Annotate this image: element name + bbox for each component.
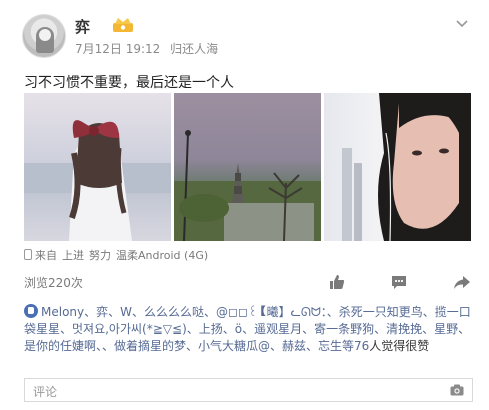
comment-input[interactable]: 评论 — [24, 378, 473, 402]
feed-post: 弈 7月12日 19:12 归还人海 习不习惯不重要，最后还是一个人 来自 上进… — [0, 0, 489, 410]
view-count: 浏览220次 — [24, 276, 83, 290]
photo-grid — [24, 93, 473, 241]
post-meta: 7月12日 19:12 归还人海 — [75, 40, 224, 57]
source-tag: 努力 — [89, 249, 111, 262]
post-header: 弈 7月12日 19:12 归还人海 — [22, 14, 472, 58]
share-arrow-icon[interactable] — [452, 272, 472, 292]
chevron-down-icon[interactable] — [454, 16, 470, 32]
photo-2[interactable] — [174, 93, 321, 241]
photo-1[interactable] — [24, 93, 171, 241]
phone-icon — [24, 249, 32, 260]
comment-placeholder: 评论 — [33, 385, 58, 399]
photo-3[interactable] — [324, 93, 471, 241]
likes-list: Melony、弈、W、么么么么哒、@◻◻꒰【曦】ᓚᘏᗢ：、杀死一只知更鸟、揽一口… — [24, 304, 473, 355]
author-name[interactable]: 弈 — [75, 16, 90, 37]
camera-icon[interactable] — [450, 384, 464, 396]
thumbs-up-icon[interactable] — [327, 272, 347, 292]
avatar[interactable] — [22, 14, 66, 58]
vip-crown-icon[interactable] — [112, 17, 134, 33]
avatar-face — [39, 29, 51, 41]
post-text: 习不习惯不重要，最后还是一个人 — [24, 75, 234, 91]
post-status: 归还人海 — [170, 42, 219, 56]
source-tag: 上进 — [62, 249, 84, 262]
likes-suffix: 人觉得很赞 — [369, 339, 430, 353]
source-prefix: 来自 — [35, 249, 57, 262]
comment-bubble-icon[interactable] — [389, 272, 409, 292]
like-badge-icon — [24, 304, 38, 318]
source-tag: 温柔Android (4G) — [116, 249, 209, 262]
post-source: 来自 上进 努力 温柔Android (4G) — [24, 247, 213, 263]
post-date: 7月12日 19:12 — [75, 42, 161, 56]
post-stats: 浏览220次 — [24, 272, 473, 292]
